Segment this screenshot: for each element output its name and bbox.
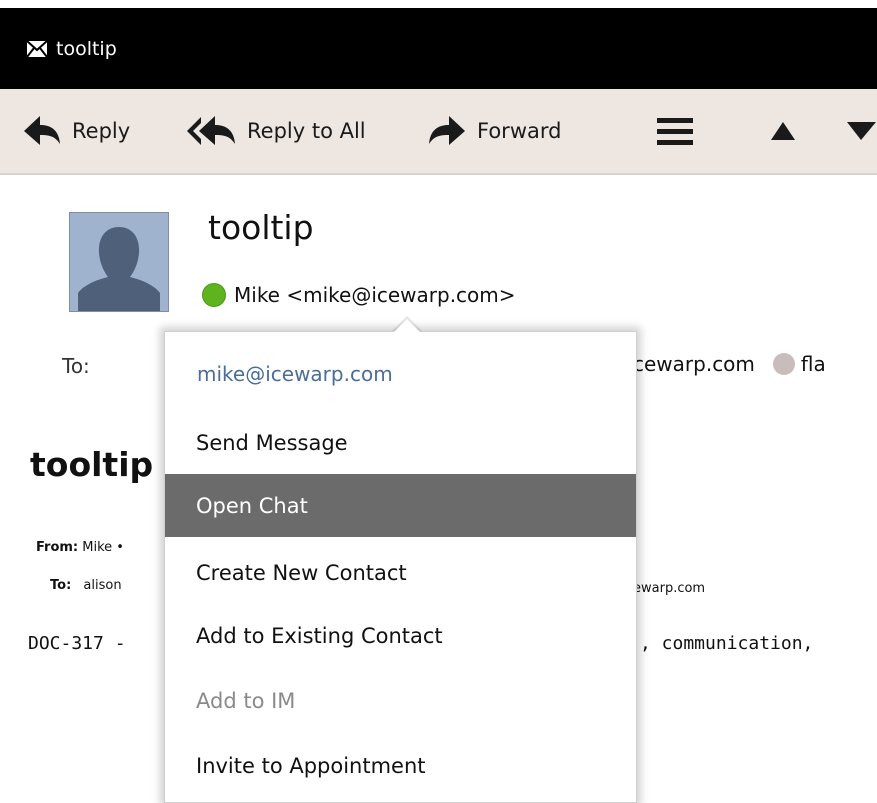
popup-arrow	[394, 319, 420, 332]
previous-message-button[interactable]	[770, 89, 796, 173]
reply-all-label: Reply to All	[247, 119, 366, 143]
offline-status-icon	[772, 353, 795, 375]
menu-item-open-chat[interactable]: Open Chat	[165, 474, 636, 537]
from-label: From:	[36, 540, 79, 555]
body-text-left: DOC-317 -	[28, 633, 126, 654]
menu-item-create-new-contact[interactable]: Create New Contact	[165, 541, 636, 604]
forward-label: Forward	[477, 119, 562, 143]
contact-popup-menu: mike@icewarp.com Send Message Open Chat …	[164, 316, 637, 803]
forward-icon	[429, 116, 465, 145]
to-value-small: alison	[83, 578, 122, 593]
next-message-button[interactable]	[846, 89, 877, 173]
sender-avatar	[69, 212, 169, 312]
menu-item-invite-to-appointment[interactable]: Invite to Appointment	[165, 734, 636, 797]
online-status-icon	[202, 283, 226, 307]
quoted-to-line: To: alison	[50, 578, 122, 593]
popup-email: mike@icewarp.com	[197, 362, 393, 386]
recipient-partial[interactable]: cewarp.com	[633, 352, 755, 376]
forward-button[interactable]: Forward	[427, 89, 561, 173]
reply-label: Reply	[72, 119, 131, 143]
message-subject: tooltip	[208, 208, 314, 247]
menu-item-add-to-im: Add to IM	[196, 688, 296, 713]
person-silhouette-icon	[70, 213, 168, 311]
message-toolbar: Reply Reply to All Forward	[0, 89, 877, 175]
recipients-line: cewarp.com fla	[633, 352, 826, 376]
arrow-down-icon	[847, 122, 876, 140]
hamburger-menu-icon	[657, 118, 693, 145]
to-label: To:	[62, 354, 90, 378]
window-titlebar: tooltip	[0, 8, 877, 89]
recipient-partial-2[interactable]: fla	[801, 352, 826, 376]
reply-all-icon	[187, 116, 235, 145]
envelope-icon	[26, 39, 48, 58]
to-value-small-right: ewarp.com	[633, 581, 706, 596]
reply-button[interactable]: Reply	[22, 89, 130, 173]
more-menu-button[interactable]	[657, 89, 693, 173]
menu-item-send-message[interactable]: Send Message	[165, 411, 636, 474]
sender-name[interactable]: Mike <mike@icewarp.com>	[234, 283, 516, 307]
quoted-from-line: From: Mike •	[36, 540, 124, 555]
window-frame-top	[0, 0, 877, 8]
sender-line[interactable]: Mike <mike@icewarp.com>	[202, 283, 516, 307]
reply-icon	[24, 116, 60, 145]
menu-item-add-to-existing-contact[interactable]: Add to Existing Contact	[165, 604, 636, 667]
body-text-right: , communication,	[640, 633, 814, 654]
to-label-small: To:	[50, 578, 72, 593]
from-value: Mike •	[82, 540, 124, 555]
window-title: tooltip	[56, 37, 117, 60]
arrow-up-icon	[771, 122, 795, 140]
reply-all-button[interactable]: Reply to All	[185, 89, 366, 173]
body-title: tooltip	[30, 445, 154, 484]
